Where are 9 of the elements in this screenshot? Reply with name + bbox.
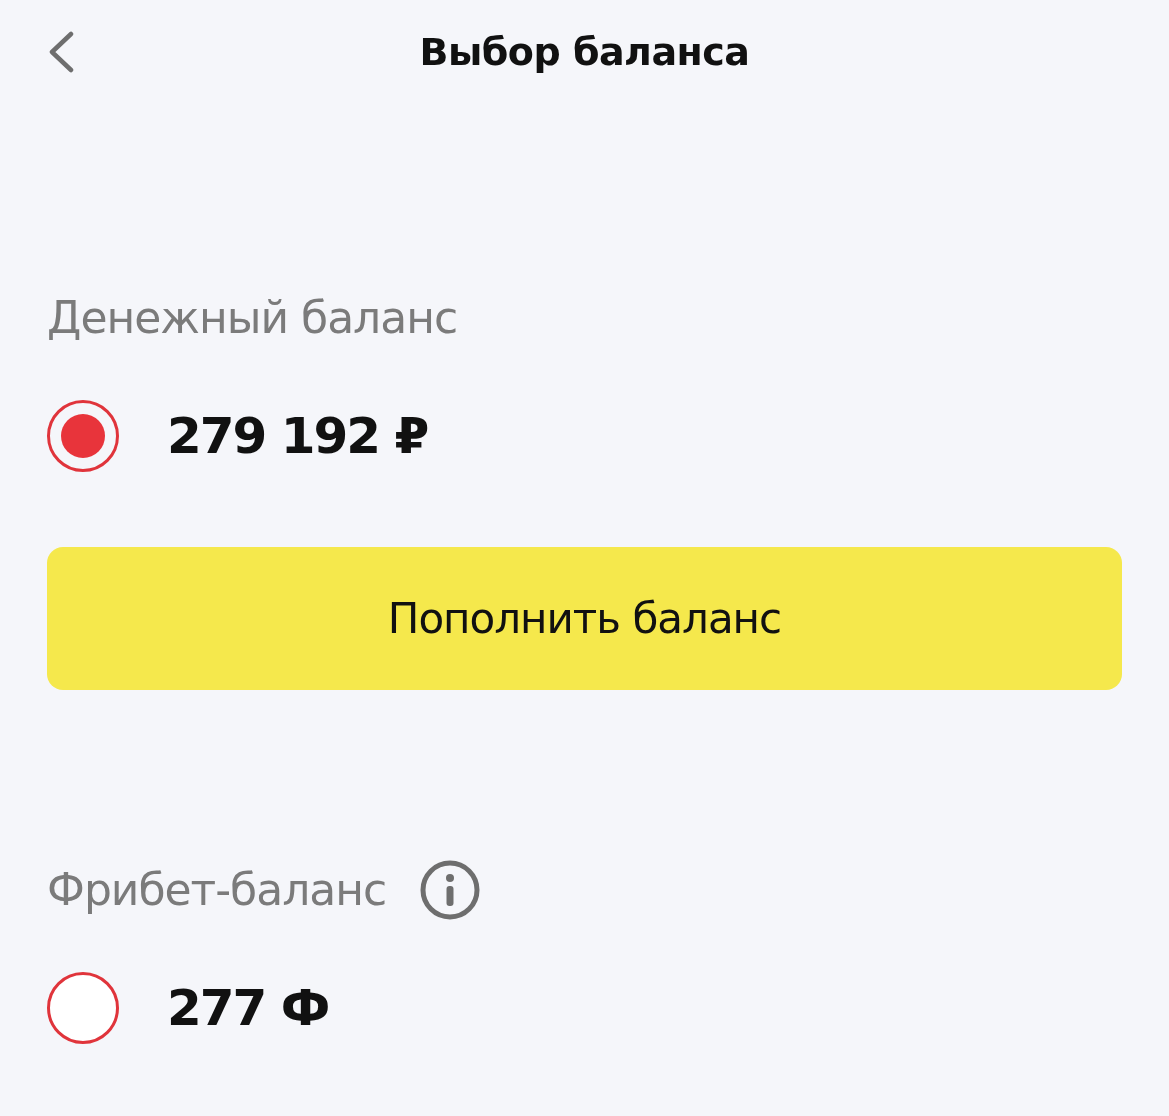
top-up-button[interactable]: Пополнить баланс: [47, 547, 1122, 690]
radio-button[interactable]: [47, 400, 119, 472]
section-label: Денежный баланс: [47, 291, 458, 345]
balance-amount: 279 192 ₽: [167, 407, 428, 465]
page-title: Выбор баланса: [419, 29, 750, 76]
section-label: Фрибет-баланс: [47, 863, 387, 917]
info-icon[interactable]: [420, 860, 481, 920]
balance-amount: 277 Ф: [167, 979, 329, 1037]
back-icon[interactable]: [47, 31, 75, 73]
